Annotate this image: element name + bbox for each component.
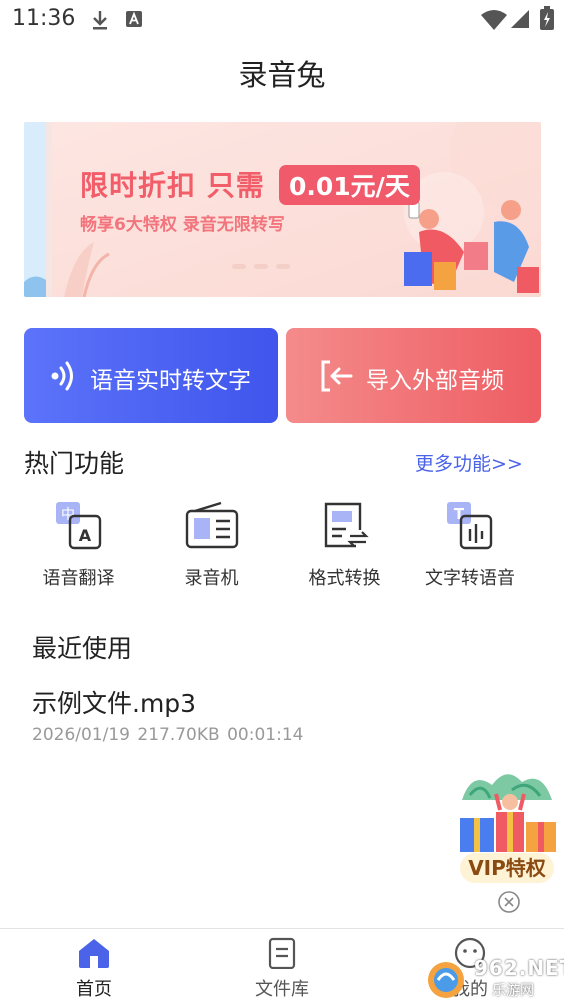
svg-text:T: T: [454, 505, 465, 523]
close-icon[interactable]: [497, 890, 521, 914]
status-time: 11:36: [12, 6, 76, 31]
download-icon: [93, 11, 107, 30]
vip-floating-badge[interactable]: VIP特权: [452, 760, 562, 885]
realtime-transcribe-button[interactable]: 语音实时转文字: [24, 328, 278, 423]
recent-file-name[interactable]: 示例文件.mp3: [32, 684, 196, 720]
hot-features-title: 热门功能: [24, 449, 125, 478]
file-date: 2026/01/19: [32, 725, 130, 745]
svg-text:A: A: [78, 526, 91, 545]
banner-pagination: [232, 264, 290, 269]
watermark-subtext: 乐游网: [492, 983, 534, 999]
wifi-icon: [481, 10, 507, 30]
feature-format-convert[interactable]: 格式转换: [274, 500, 415, 590]
recent-file-meta: 2026/01/19 217.70KB 00:01:14: [32, 725, 303, 745]
promo-banner[interactable]: 限时折扣 只需 0.01元/天 畅享6大特权 录音无限转写: [24, 122, 541, 297]
a-notification-icon: [126, 11, 142, 27]
feature-label: 语音翻译: [42, 568, 115, 589]
import-audio-label: 导入外部音频: [366, 368, 504, 394]
banner-price-badge: 0.01元/天: [279, 165, 420, 205]
page-title: 录音兔: [238, 58, 326, 92]
feature-voice-translate[interactable]: 中 A 语音翻译: [8, 500, 149, 590]
watermark-text: 962.NET: [474, 956, 564, 980]
signal-icon: [511, 10, 529, 28]
recorder-icon: [185, 501, 238, 549]
tab-files[interactable]: 文件库: [222, 937, 342, 1001]
feature-label: 录音机: [184, 568, 239, 589]
battery-charging-icon: [540, 6, 554, 30]
vip-label: VIP特权: [460, 853, 554, 883]
gift-illustration: [460, 774, 556, 852]
format-convert-icon: [324, 502, 369, 548]
import-audio-button[interactable]: 导入外部音频: [286, 328, 541, 423]
feature-text-to-speech[interactable]: T 文字转语音: [397, 500, 543, 590]
audio-waves-icon: [51, 361, 73, 391]
tab-home[interactable]: 首页: [34, 937, 154, 1001]
text-to-speech-icon: T: [447, 502, 493, 550]
status-bar: 11:36: [0, 0, 564, 40]
file-size: 217.70KB: [137, 725, 220, 745]
more-features-link[interactable]: 更多功能>>: [415, 449, 523, 476]
banner-subtitle: 畅享6大特权 录音无限转写: [80, 215, 285, 235]
import-icon: [321, 360, 353, 392]
realtime-transcribe-label: 语音实时转文字: [90, 368, 251, 394]
home-icon: [79, 939, 109, 968]
feature-label: 格式转换: [308, 568, 381, 589]
banner-headline: 限时折扣 只需: [80, 169, 265, 202]
tab-home-label: 首页: [76, 979, 112, 1000]
feature-label: 文字转语音: [425, 568, 515, 589]
site-watermark: 962.NET 乐游网: [424, 950, 564, 1004]
file-duration: 00:01:14: [227, 725, 304, 745]
tab-files-label: 文件库: [255, 979, 309, 1000]
recent-title: 最近使用: [32, 634, 133, 663]
feature-recorder[interactable]: 录音机: [141, 500, 282, 590]
translate-icon: 中 A: [55, 502, 101, 550]
document-icon: [268, 937, 296, 969]
